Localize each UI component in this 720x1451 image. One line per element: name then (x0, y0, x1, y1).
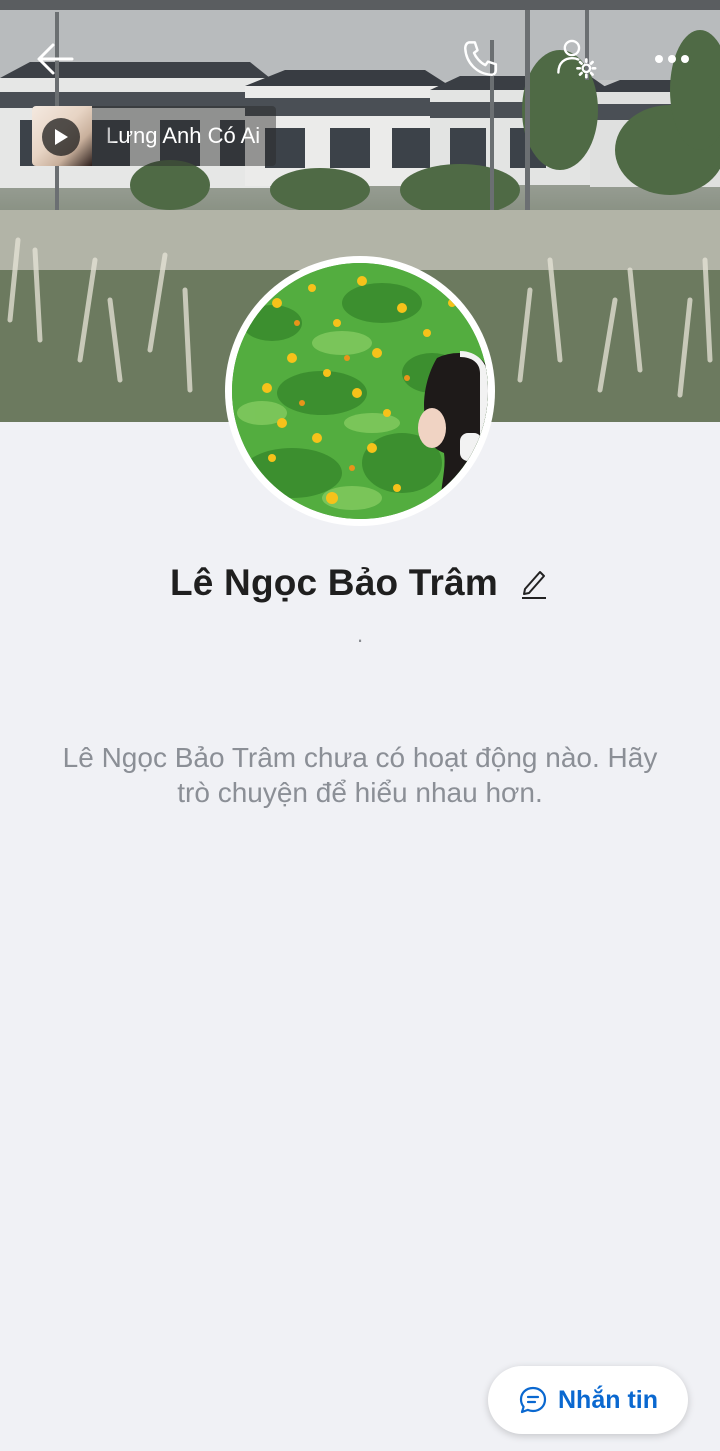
send-message-button[interactable]: Nhắn tin (488, 1366, 688, 1434)
profile-bio: . (356, 622, 364, 647)
more-button[interactable] (648, 38, 696, 80)
avatar-image (232, 263, 488, 519)
music-album-art (32, 106, 92, 166)
empty-activity-message: Lê Ngọc Bảo Trâm chưa có hoạt động nào. … (62, 742, 658, 808)
profile-name: Lê Ngọc Bảo Trâm (169, 562, 499, 603)
call-button[interactable] (456, 34, 506, 84)
avatar[interactable] (225, 256, 495, 526)
user-settings-button[interactable] (550, 34, 604, 84)
play-icon (55, 129, 68, 145)
profile-name-row: Lê Ngọc Bảo Trâm (0, 556, 720, 610)
send-message-label: Nhắn tin (558, 1385, 658, 1414)
music-title: Lưng Anh Có Ai (106, 123, 261, 148)
user-settings-icon (557, 39, 597, 79)
edit-name-button[interactable] (518, 564, 550, 602)
phone-icon (464, 41, 498, 76)
chat-bubble-icon (519, 1386, 547, 1414)
more-dots-icon (655, 55, 689, 63)
play-button[interactable] (42, 118, 80, 156)
back-button[interactable] (30, 36, 80, 82)
profile-music-chip[interactable]: Lưng Anh Có Ai (32, 106, 276, 166)
arrow-left-icon (37, 43, 74, 75)
profile-page: Lưng Anh Có Ai Lê Ngọc Bảo Trâm . Lê Ngọ… (0, 0, 720, 1451)
pencil-icon (522, 571, 547, 599)
avatar-photo (232, 263, 488, 519)
